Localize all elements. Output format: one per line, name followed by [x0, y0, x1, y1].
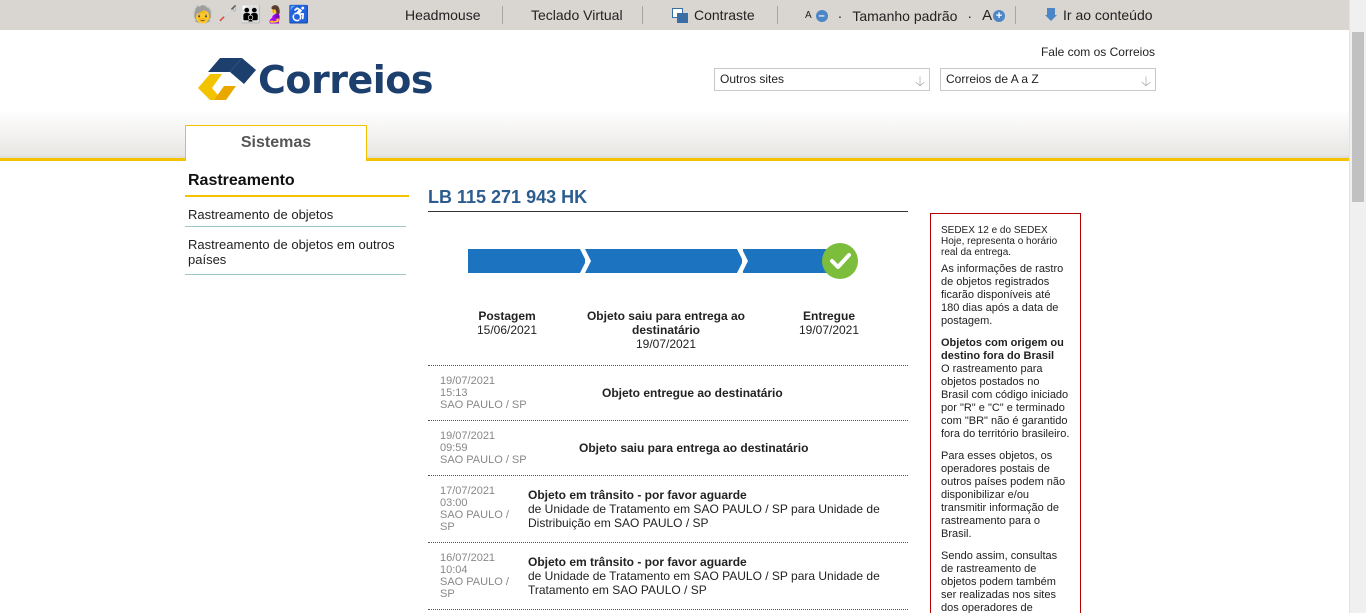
stage-postagem: Postagem 15/06/2021 — [467, 309, 547, 337]
separator-dot: · — [837, 7, 843, 24]
event-meta: 16/07/2021 10:04 SAO PAULO / SP — [440, 552, 520, 600]
accessibility-bar: 🧓 🦯 👪 🤰 ♿ Headmouse Teclado Virtual Cont… — [0, 0, 1349, 30]
event-time: 03:00 — [440, 497, 468, 509]
event-meta: 17/07/2021 03:00 SAO PAULO / SP — [440, 485, 520, 533]
headmouse-label: Headmouse — [405, 7, 481, 23]
info-paragraph: Para esses objetos, os operadores postai… — [941, 450, 1066, 540]
info-heading: Objetos com origem ou destino fora do Br… — [941, 337, 1064, 362]
contrast-button[interactable]: Contraste — [672, 7, 755, 23]
divider — [502, 6, 503, 24]
progress-segment — [743, 249, 833, 273]
event-date: 19/07/2021 — [440, 375, 496, 387]
event-title: Objeto saiu para entrega ao destinatário — [579, 441, 809, 455]
event-separator — [428, 475, 908, 476]
font-increase-label: A — [982, 7, 993, 24]
stage-entregue: Entregue 19/07/2021 — [789, 309, 869, 337]
info-box: SEDEX 12 e do SEDEX Hoje, representa o h… — [930, 213, 1081, 613]
arrow-down-icon — [1045, 8, 1057, 22]
event-separator — [428, 365, 908, 366]
page-scrollbar[interactable] — [1349, 0, 1366, 613]
event-separator — [428, 609, 908, 610]
pregnant-icon: 🤰 — [264, 5, 286, 24]
menu-title-underline — [185, 195, 409, 197]
event-title: Objeto em trânsito - por favor aguarde — [528, 488, 747, 502]
contrast-label: Contraste — [694, 7, 755, 23]
blind-person-icon: 🦯 — [216, 5, 238, 24]
event-description: de Unidade de Tratamento em SAO PAULO / … — [528, 569, 880, 597]
event-meta: 19/07/2021 15:13 SAO PAULO / SP — [440, 375, 527, 411]
menu-item-label: Rastreamento de objetos em outros países — [188, 237, 395, 267]
menu-title: Rastreamento — [188, 172, 295, 189]
event-description: de Unidade de Tratamento em SAO PAULO / … — [528, 502, 880, 530]
tracking-code-underline — [428, 211, 908, 212]
correios-logo-icon — [198, 58, 256, 100]
info-paragraph: O rastreamento para objetos postados no … — [941, 363, 1070, 440]
event-title: Objeto entregue ao destinatário — [602, 386, 783, 400]
event-place: SAO PAULO / SP — [440, 576, 509, 600]
event-meta: 19/07/2021 09:59 SAO PAULO / SP — [440, 430, 527, 466]
headmouse-link[interactable]: Headmouse — [405, 7, 481, 23]
event-time: 09:59 — [440, 442, 468, 454]
progress-segment-notch — [742, 249, 748, 273]
other-sites-select[interactable]: Outros sites 🡣 — [714, 68, 930, 91]
event-place: SAO PAULO / SP — [440, 454, 527, 466]
contrast-icon — [672, 7, 688, 23]
contact-link[interactable]: Fale com os Correios — [1041, 45, 1155, 59]
stage-name: Objeto saiu para entrega ao destinatário — [586, 309, 746, 337]
menu-item-label: Rastreamento de objetos — [188, 207, 334, 222]
info-paragraph: As informações de rastro de objetos regi… — [941, 263, 1064, 327]
tracking-code: LB 115 271 943 HK — [428, 187, 588, 207]
event-time: 10:04 — [440, 564, 468, 576]
info-paragraph: SEDEX 12 e do SEDEX Hoje, representa o h… — [941, 225, 1058, 258]
scrollbar-thumb[interactable] — [1352, 32, 1364, 202]
divider — [642, 6, 643, 24]
event-separator — [428, 420, 908, 421]
divider — [777, 6, 778, 24]
chevron-down-icon: 🡣 — [1140, 73, 1151, 89]
stage-date: 15/06/2021 — [476, 323, 538, 337]
family-icon: 👪 — [240, 5, 262, 24]
event-date: 16/07/2021 — [440, 552, 496, 564]
elderly-icon: 🧓 — [192, 5, 214, 24]
minus-circle-icon[interactable]: – — [815, 9, 828, 22]
font-decrease-label: A — [805, 10, 812, 21]
menu-item-rastreamento-objetos[interactable]: Rastreamento de objetos — [185, 207, 406, 227]
menu-item-rastreamento-outros-paises[interactable]: Rastreamento de objetos em outros países — [185, 237, 406, 275]
event-separator — [428, 542, 908, 543]
virtual-keyboard-link[interactable]: Teclado Virtual — [531, 7, 623, 23]
skip-to-content-link[interactable]: Ir ao conteúdo — [1045, 7, 1153, 23]
delivered-check-icon — [822, 243, 858, 279]
event-title: Objeto em trânsito - por favor aguarde — [528, 555, 747, 569]
other-sites-value: Outros sites — [720, 72, 785, 86]
default-size-link[interactable]: Tamanho padrão — [852, 8, 957, 24]
stage-date: 19/07/2021 — [635, 337, 697, 351]
virtual-keyboard-label: Teclado Virtual — [531, 7, 623, 23]
info-paragraph: Sendo assim, consultas de rastreamento d… — [941, 550, 1058, 613]
plus-circle-icon[interactable]: + — [993, 9, 1006, 22]
stage-saiu-entrega: Objeto saiu para entrega ao destinatário… — [582, 309, 750, 351]
event-time: 15:13 — [440, 387, 468, 399]
logo-wordmark: Correios — [258, 58, 434, 102]
tab-sistemas[interactable]: Sistemas — [185, 125, 367, 161]
accessibility-people-icons: 🧓 🦯 👪 🤰 ♿ — [192, 4, 310, 26]
stage-name: Postagem — [478, 309, 536, 323]
stage-name: Entregue — [802, 309, 855, 323]
correios-logo[interactable]: Correios — [198, 58, 434, 102]
event-date: 19/07/2021 — [440, 430, 496, 442]
progress-segment-notch — [585, 249, 591, 273]
divider — [1015, 6, 1016, 24]
skip-to-content-label: Ir ao conteúdo — [1063, 7, 1153, 23]
wheelchair-icon: ♿ — [288, 5, 310, 24]
font-size-controls: A – · Tamanho padrão · A + — [805, 7, 1006, 24]
correios-az-value: Correios de A a Z — [946, 72, 1039, 86]
chevron-down-icon: 🡣 — [914, 73, 925, 89]
separator-dot: · — [967, 7, 973, 24]
correios-az-select[interactable]: Correios de A a Z 🡣 — [940, 68, 1156, 91]
event-place: SAO PAULO / SP — [440, 509, 509, 533]
stage-date: 19/07/2021 — [798, 323, 860, 337]
progress-segment — [585, 249, 737, 273]
event-place: SAO PAULO / SP — [440, 399, 527, 411]
progress-segment — [468, 249, 580, 273]
event-date: 17/07/2021 — [440, 485, 496, 497]
